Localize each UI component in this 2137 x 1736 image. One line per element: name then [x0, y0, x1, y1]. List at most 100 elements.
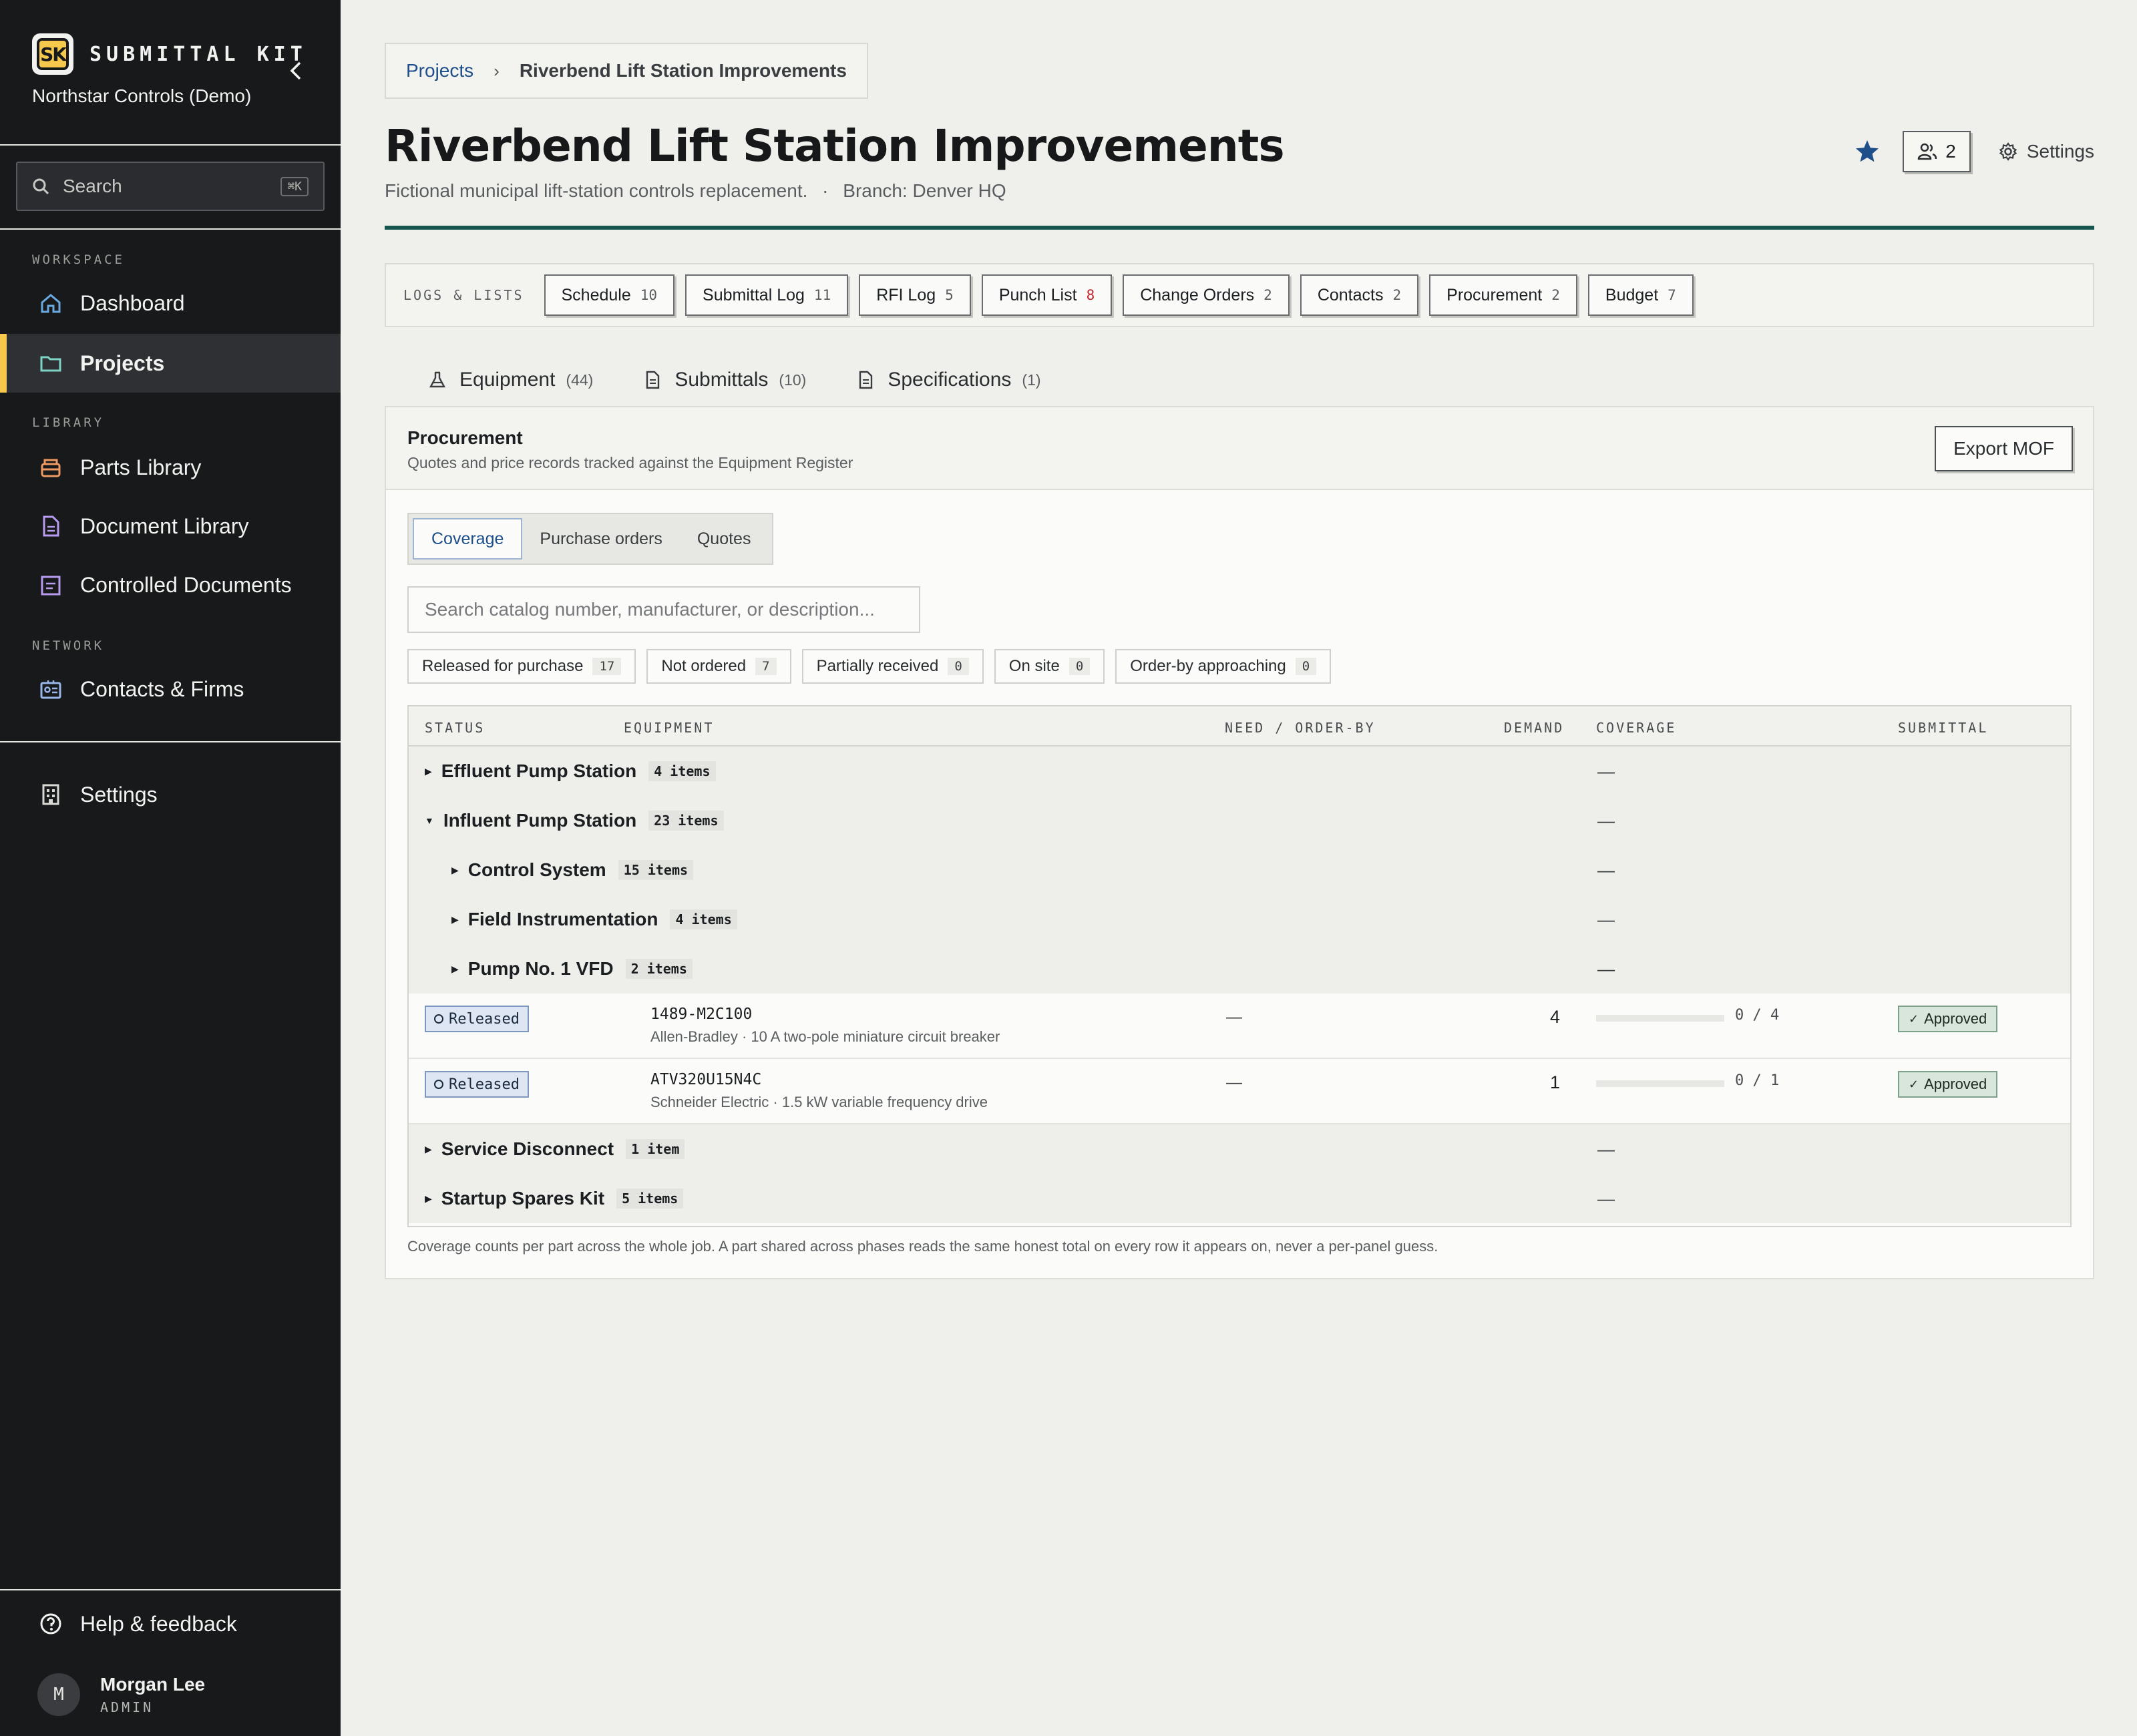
filter-count: 17 [592, 658, 622, 675]
project-settings-button[interactable]: Settings [1999, 141, 2094, 162]
coverage-footnote: Coverage counts per part across the whol… [407, 1238, 1438, 1255]
section-workspace: WORKSPACE [32, 252, 125, 267]
search-label: Search [63, 176, 122, 196]
group-row-field-instrumentation[interactable]: ▶ Field Instrumentation 4 items — [409, 895, 2070, 944]
filter-order-by-approaching[interactable]: Order-by approaching 0 [1115, 649, 1332, 684]
log-count: 11 [813, 287, 831, 303]
segment-purchase-orders[interactable]: Purchase orders [522, 518, 679, 560]
tab-specifications[interactable]: Specifications (1) [855, 369, 1041, 391]
group-count: 4 items [648, 761, 716, 781]
members-button[interactable]: 2 [1903, 131, 1971, 172]
filter-partially-received[interactable]: Partially received 0 [801, 649, 984, 684]
filter-count: 0 [948, 658, 969, 675]
export-mof-button[interactable]: Export MOF [1935, 426, 2073, 471]
column-equipment[interactable]: EQUIPMENT [624, 720, 714, 736]
caret-right-icon: ▶ [425, 765, 432, 777]
controlled-document-icon [39, 573, 63, 597]
column-need-order-by[interactable]: NEED / ORDER-BY [1225, 720, 1376, 736]
column-demand[interactable]: DEMAND [1504, 720, 1564, 736]
logs-lists-bar: LOGS & LISTS Schedule 10 Submittal Log 11 … [385, 263, 2094, 327]
filter-on-site[interactable]: On site 0 [994, 649, 1105, 684]
flask-icon [427, 370, 447, 390]
caret-right-icon: ▶ [425, 1192, 432, 1204]
segment-quotes[interactable]: Quotes [680, 518, 769, 560]
panel-description: Quotes and price records tracked against… [407, 454, 853, 471]
submittal-approved-badge[interactable]: ✓ Approved [1898, 1006, 1998, 1032]
separator: · [822, 180, 829, 201]
sidebar-item-label: Help & feedback [80, 1611, 237, 1636]
log-chip-change-orders[interactable]: Change Orders 2 [1123, 274, 1290, 316]
favorite-button[interactable] [1851, 135, 1884, 168]
group-row-control-system[interactable]: ▶ Control System 15 items — [409, 845, 2070, 895]
caret-right-icon: ▶ [425, 1143, 432, 1154]
group-row-service-disconnect[interactable]: ▶ Service Disconnect 1 item — [409, 1124, 2070, 1174]
user-menu[interactable]: M Morgan Lee ADMIN [37, 1673, 205, 1716]
log-chip-procurement[interactable]: Procurement 2 [1429, 274, 1577, 316]
sidebar-item-label: Parts Library [80, 455, 202, 479]
group-row-effluent[interactable]: ▶ Effluent Pump Station 4 items — [409, 746, 2070, 796]
sidebar-item-dashboard[interactable]: Dashboard [0, 274, 341, 333]
coverage-empty: — [1597, 1188, 1615, 1209]
coverage-empty: — [1597, 811, 1615, 831]
sidebar-item-contacts-firms[interactable]: Contacts & Firms [0, 660, 341, 718]
group-row-pump-1-vfd[interactable]: ▶ Pump No. 1 VFD 2 items — [409, 944, 2070, 994]
table-row[interactable]: Released ATV320U15N4C Schneider Electric… [409, 1059, 2070, 1124]
breadcrumb-projects-link[interactable]: Projects [406, 60, 473, 81]
brand-name: SUBMITTAL KIT [89, 42, 307, 66]
title-divider [385, 226, 2094, 230]
sidebar-item-projects[interactable]: Projects [0, 334, 341, 393]
breadcrumb-current: Riverbend Lift Station Improvements [519, 60, 847, 81]
coverage-empty: — [1597, 860, 1615, 880]
log-chip-schedule[interactable]: Schedule 10 [544, 274, 675, 316]
segment-coverage[interactable]: Coverage [413, 518, 523, 560]
section-library: LIBRARY [32, 415, 105, 430]
org-name: Northstar Controls (Demo) [32, 85, 252, 106]
tab-equipment[interactable]: Equipment (44) [427, 369, 593, 391]
log-chip-budget[interactable]: Budget 7 [1587, 274, 1694, 316]
submittal-approved-badge[interactable]: ✓ Approved [1898, 1071, 1998, 1098]
check-icon: ✓ [1909, 1077, 1919, 1091]
filter-released-for-purchase[interactable]: Released for purchase 17 [407, 649, 636, 684]
catalog-number[interactable]: ATV320U15N4C [650, 1071, 761, 1088]
log-chip-punch-list[interactable]: Punch List 8 [981, 274, 1113, 316]
catalog-number[interactable]: 1489-M2C100 [650, 1006, 752, 1023]
sidebar-item-label: Contacts & Firms [80, 676, 244, 701]
search-button[interactable]: Search ⌘K [16, 162, 325, 211]
tab-submittals[interactable]: Submittals (10) [642, 369, 806, 391]
header-actions: 2 Settings [1851, 131, 2094, 172]
group-row-startup-spares-kit[interactable]: ▶ Startup Spares Kit 5 items — [409, 1174, 2070, 1223]
view-segmented-control: Coverage Purchase orders Quotes [407, 513, 774, 565]
sidebar-item-label: Projects [80, 351, 165, 375]
table-header: STATUS EQUIPMENT NEED / ORDER-BY DEMAND … [409, 706, 2070, 746]
sidebar-item-settings[interactable]: Settings [0, 765, 341, 824]
log-chip-submittal-log[interactable]: Submittal Log 11 [685, 274, 849, 316]
sidebar-item-parts-library[interactable]: Parts Library [0, 438, 341, 497]
log-chip-contacts[interactable]: Contacts 2 [1300, 274, 1419, 316]
brand[interactable]: SK SUBMITTAL KIT [32, 33, 307, 75]
column-coverage[interactable]: COVERAGE [1596, 720, 1676, 736]
project-description: Fictional municipal lift-station control… [385, 180, 808, 201]
sidebar-item-controlled-documents[interactable]: Controlled Documents [0, 556, 341, 614]
group-row-influent[interactable]: ▼ Influent Pump Station 23 items — [409, 796, 2070, 845]
catalog-search-input[interactable] [407, 586, 920, 633]
chevron-right-icon: › [494, 60, 500, 81]
coverage-empty: — [1597, 959, 1615, 979]
filter-not-ordered[interactable]: Not ordered 7 [646, 649, 791, 684]
chevron-left-icon [290, 61, 301, 80]
table-row[interactable]: Released 1489-M2C100 Allen-Bradley · 10 … [409, 994, 2070, 1059]
collapse-sidebar-button[interactable] [284, 59, 308, 83]
group-count: 2 items [625, 959, 693, 979]
column-status[interactable]: STATUS [425, 720, 485, 736]
search-shortcut: ⌘K [280, 176, 309, 196]
members-count: 2 [1945, 141, 1956, 162]
help-icon [39, 1612, 63, 1636]
status-badge: Released [425, 1071, 529, 1098]
star-icon [1856, 140, 1879, 162]
coverage-empty: — [1597, 909, 1615, 929]
sidebar-item-document-library[interactable]: Document Library [0, 497, 341, 556]
sidebar-item-help[interactable]: Help & feedback [0, 1594, 341, 1653]
column-submittal[interactable]: SUBMITTAL [1898, 720, 1988, 736]
users-icon [1917, 143, 1937, 160]
divider [0, 228, 341, 230]
log-chip-rfi-log[interactable]: RFI Log 5 [859, 274, 971, 316]
